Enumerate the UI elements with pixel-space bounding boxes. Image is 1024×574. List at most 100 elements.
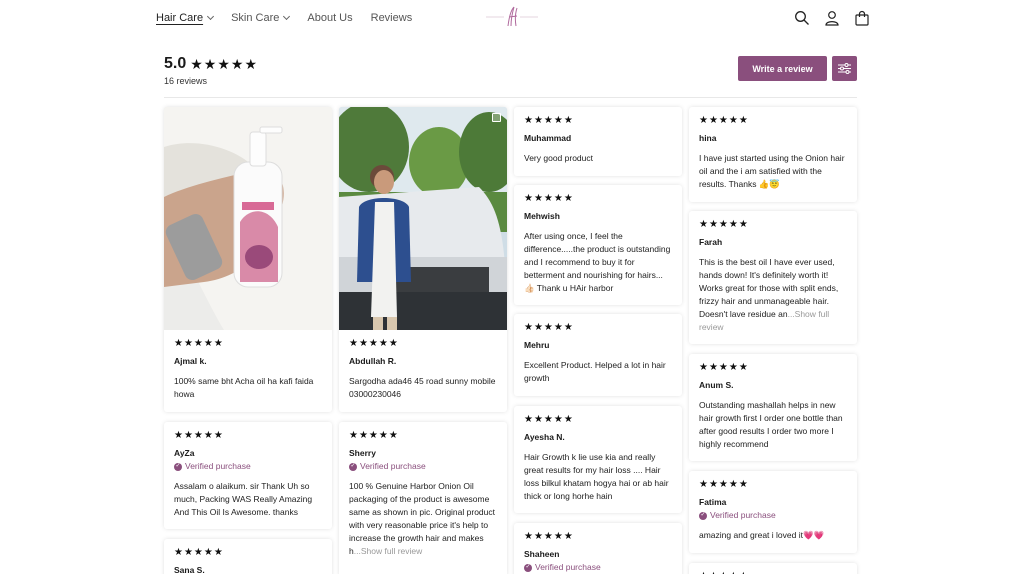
- review-photo[interactable]: [164, 107, 332, 330]
- review-photo[interactable]: [339, 107, 507, 330]
- verified-label: Verified purchase: [185, 461, 251, 471]
- verified-label: Verified purchase: [360, 461, 426, 471]
- reviewer-name: Abdullah R.: [349, 356, 397, 366]
- account-icon[interactable]: [824, 10, 840, 26]
- review-card-farah[interactable]: ★★★★★ Farah This is the best oil I have …: [689, 211, 857, 344]
- review-card-sherry[interactable]: ★★★★★ Sherry ✓ Verified purchase 100 % Ge…: [339, 422, 507, 574]
- average-stars: ★★★★★: [190, 55, 259, 72]
- review-text: amazing and great i loved it💗💗: [699, 530, 825, 540]
- reviewer-name: Fatima: [699, 497, 727, 507]
- full-review-label[interactable]: full review: [384, 546, 422, 556]
- verified-badge: ✓ Verified purchase: [349, 461, 497, 472]
- nav-hair-care[interactable]: Hair Care: [156, 12, 215, 24]
- review-text: This is the best oil I have ever used, h…: [699, 256, 847, 334]
- photo-select-checkbox[interactable]: [492, 113, 501, 122]
- reviewer-name: AyZa: [174, 448, 195, 458]
- review-card-next[interactable]: ★★★★★: [689, 563, 857, 574]
- review-text: Hair Growth k lie use kia and really gre…: [524, 452, 669, 501]
- review-stars: ★★★★★: [349, 430, 399, 441]
- review-card-abdullah[interactable]: ★★★★★ Abdullah R. Sargodha ada46 45 road…: [339, 107, 507, 412]
- nav-about-us[interactable]: About Us: [307, 12, 352, 24]
- review-text: 100% same bht Acha oil ha kafi faida how…: [174, 376, 314, 399]
- cart-icon[interactable]: [854, 10, 870, 26]
- review-stars: ★★★★★: [174, 338, 224, 349]
- reviewer-name: Muhammad: [524, 133, 572, 143]
- review-stars: ★★★★★: [699, 362, 749, 373]
- show-label[interactable]: ...Show: [788, 309, 816, 319]
- chevron-down-icon: [207, 12, 215, 21]
- reviewer-name: Mehwish: [524, 211, 560, 221]
- nav-about-us-label[interactable]: About Us: [307, 12, 352, 24]
- filter-button[interactable]: [832, 56, 857, 81]
- check-icon: ✓: [524, 563, 532, 572]
- review-stars: ★★★★★: [699, 219, 749, 230]
- verified-label: Verified purchase: [535, 562, 601, 572]
- review-text: 100 % Genuine Harbor Onion Oil packaging…: [349, 480, 497, 558]
- reviewer-name: Ajmal k.: [174, 356, 207, 366]
- review-card-sana[interactable]: ★★★★★ Sana S.: [164, 539, 332, 574]
- review-stars: ★★★★★: [524, 322, 574, 333]
- review-card-muhammad[interactable]: ★★★★★ Muhammad Very good product: [514, 107, 682, 176]
- review-card-mehwish[interactable]: ★★★★★ Mehwish After using once, I feel t…: [514, 185, 682, 305]
- review-card-ayza[interactable]: ★★★★★ AyZa ✓ Verified purchase Assalam o …: [164, 422, 332, 529]
- write-review-button[interactable]: Write a review: [738, 56, 827, 81]
- sliders-icon: [838, 63, 851, 74]
- review-card-hina[interactable]: ★★★★★ hina I have just started using the…: [689, 107, 857, 202]
- review-text: Excellent Product. Helped a lot in hair …: [524, 360, 666, 383]
- review-card-ajmal[interactable]: ★★★★★ Ajmal k. 100% same bht Acha oil ha…: [164, 107, 332, 412]
- review-stars: ★★★★★: [524, 414, 574, 425]
- chevron-down-icon: [283, 12, 291, 21]
- review-text-content: 100 % Genuine Harbor Onion Oil packaging…: [349, 481, 495, 556]
- check-icon: ✓: [349, 462, 357, 471]
- reviewer-name: Sana S.: [174, 565, 205, 574]
- page: Hair Care Skin Care About Us Reviews 5.0…: [0, 0, 1024, 574]
- review-stars: ★★★★★: [174, 547, 224, 558]
- review-stars: ★★★★★: [349, 338, 399, 349]
- nav-reviews-label[interactable]: Reviews: [371, 12, 413, 24]
- review-stars: ★★★★★: [524, 531, 574, 542]
- reviewer-name: Shaheen: [524, 549, 560, 559]
- nav-skin-care-label[interactable]: Skin Care: [231, 12, 279, 24]
- verified-badge: ✓ Verified purchase: [174, 461, 322, 472]
- review-stars: ★★★★★: [699, 115, 749, 126]
- review-card-fatima[interactable]: ★★★★★ Fatima ✓ Verified purchase amazing …: [689, 471, 857, 553]
- review-text: Assalam o alaikum. sir Thank Uh so much,…: [174, 481, 313, 517]
- review-card-shaheen[interactable]: ★★★★★ Shaheen ✓ Verified purchase: [514, 523, 682, 574]
- review-text: Very good product: [524, 153, 593, 163]
- nav-hair-care-label[interactable]: Hair Care: [156, 12, 203, 24]
- reviewer-name: Mehru: [524, 340, 550, 350]
- nav-reviews[interactable]: Reviews: [371, 12, 413, 24]
- review-text: Outstanding mashallah helps in new hair …: [699, 400, 843, 449]
- main-nav: Hair Care Skin Care About Us Reviews: [156, 12, 412, 24]
- nav-skin-care[interactable]: Skin Care: [231, 12, 291, 24]
- verified-badge: ✓ Verified purchase: [524, 562, 672, 573]
- review-text: I have just started using the Onion hair…: [699, 153, 845, 189]
- rating-summary: 5.0 ★★★★★ 16 reviews: [164, 55, 258, 86]
- average-score: 5.0: [164, 55, 187, 72]
- check-icon: ✓: [174, 462, 182, 471]
- verified-label: Verified purchase: [710, 510, 776, 520]
- review-card-anum[interactable]: ★★★★★ Anum S. Outstanding mashallah help…: [689, 354, 857, 461]
- show-label[interactable]: ...Show: [354, 546, 382, 556]
- review-text: After using once, I feel the difference.…: [524, 231, 671, 293]
- search-icon[interactable]: [794, 10, 810, 26]
- reviewer-name: Sherry: [349, 448, 376, 458]
- check-icon: ✓: [699, 511, 707, 520]
- review-stars: ★★★★★: [524, 115, 574, 126]
- reviewer-name: Farah: [699, 237, 723, 247]
- show-full-review-link[interactable]: ...Show full review: [354, 546, 423, 556]
- review-stars: ★★★★★: [174, 430, 224, 441]
- reviewer-name: hina: [699, 133, 717, 143]
- header-icons: [794, 10, 870, 26]
- review-count: 16 reviews: [164, 76, 208, 86]
- reviewer-name: Ayesha N.: [524, 432, 565, 442]
- review-text: Sargodha ada46 45 road sunny mobile 0300…: [349, 376, 496, 399]
- review-card-mehru[interactable]: ★★★★★ Mehru Excellent Product. Helped a …: [514, 314, 682, 396]
- divider: [164, 97, 857, 98]
- review-card-ayesha[interactable]: ★★★★★ Ayesha N. Hair Growth k lie use ki…: [514, 406, 682, 513]
- review-stars: ★★★★★: [699, 479, 749, 490]
- brand-logo[interactable]: [484, 4, 540, 30]
- reviewer-name: Anum S.: [699, 380, 734, 390]
- review-stars: ★★★★★: [524, 193, 574, 204]
- verified-badge: ✓ Verified purchase: [699, 510, 847, 521]
